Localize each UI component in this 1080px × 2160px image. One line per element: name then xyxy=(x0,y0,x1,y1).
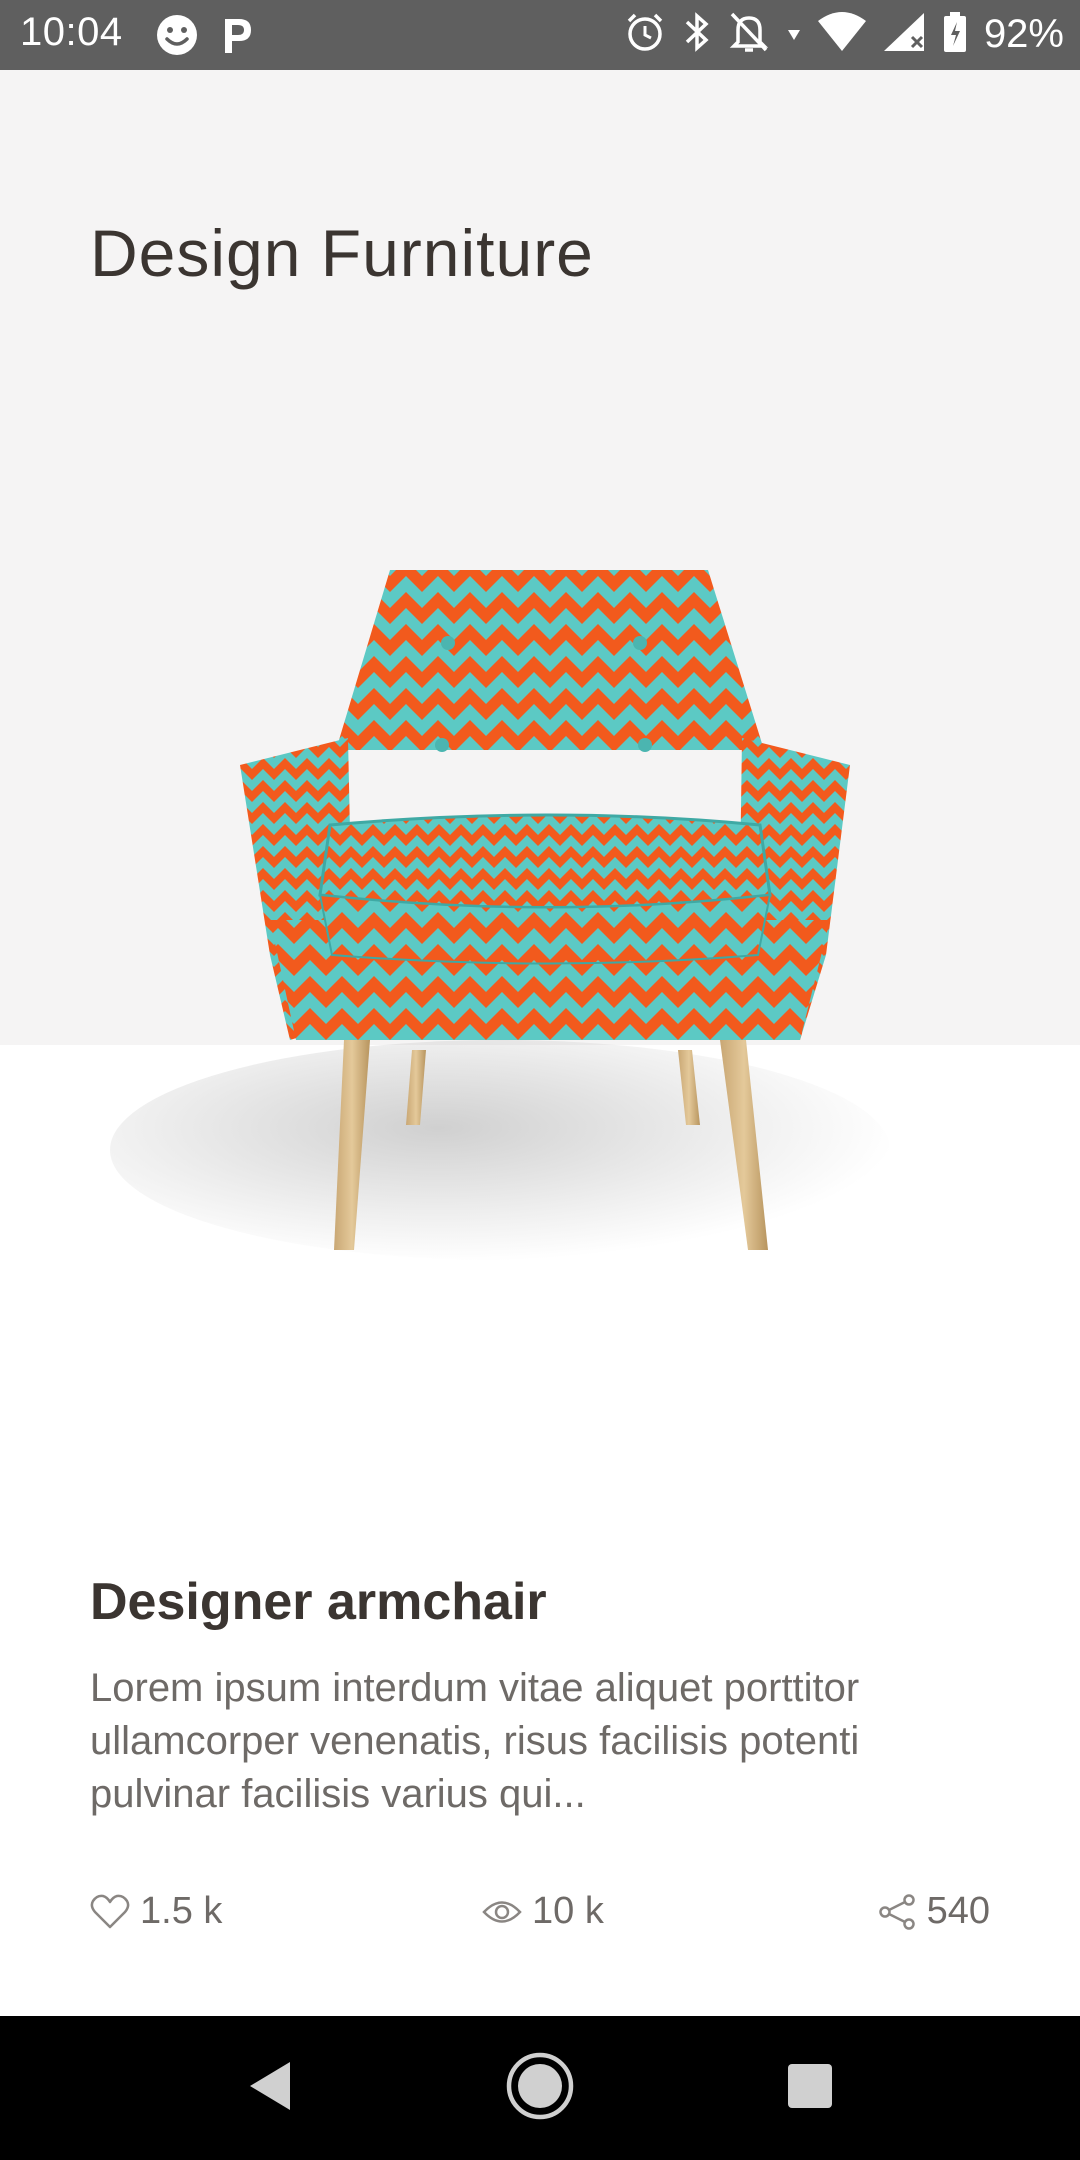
status-time: 10:04 xyxy=(20,10,123,54)
shares-count: 540 xyxy=(926,1890,990,1932)
likes-button[interactable]: 1.5 k xyxy=(90,1890,222,1933)
product-title: Designer armchair xyxy=(90,1573,547,1631)
signal-icon xyxy=(882,11,926,58)
likes-count: 1.5 k xyxy=(140,1890,223,1932)
product-description: Lorem ipsum interdum vitae aliquet portt… xyxy=(90,1666,860,1816)
nav-home-button[interactable] xyxy=(490,2016,590,2160)
status-bar: 10:04 92% xyxy=(0,0,1080,70)
battery-percent: 92% xyxy=(983,12,1064,56)
smiley-icon xyxy=(155,13,199,62)
heart-icon xyxy=(90,1894,130,1930)
shares-button[interactable]: 540 xyxy=(877,1890,990,1933)
share-icon xyxy=(877,1893,917,1930)
nav-recents-button[interactable] xyxy=(760,2016,860,2160)
views-button[interactable]: 10 k xyxy=(482,1890,604,1933)
navigation-bar xyxy=(0,2016,1080,2160)
status-notification-icons xyxy=(155,13,257,62)
data-arrows-icon xyxy=(786,10,802,59)
muted-bell-icon xyxy=(728,10,770,59)
parking-icon xyxy=(217,13,257,62)
views-count: 10 k xyxy=(532,1890,604,1932)
status-system-icons: 92% xyxy=(624,10,1064,59)
product-stats: 1.5 k 10 k 540 xyxy=(90,1890,990,1950)
back-triangle-icon xyxy=(246,2060,294,2117)
eye-icon xyxy=(482,1897,522,1927)
bluetooth-icon xyxy=(682,10,712,59)
wifi-icon xyxy=(817,11,866,58)
alarm-icon xyxy=(624,11,666,58)
armchair-image xyxy=(240,570,850,1250)
page-title: Design Furniture xyxy=(90,216,594,290)
nav-back-button[interactable] xyxy=(220,2016,320,2160)
home-circle-icon xyxy=(505,2051,575,2126)
battery-icon xyxy=(942,10,968,59)
recents-square-icon xyxy=(786,2062,834,2115)
